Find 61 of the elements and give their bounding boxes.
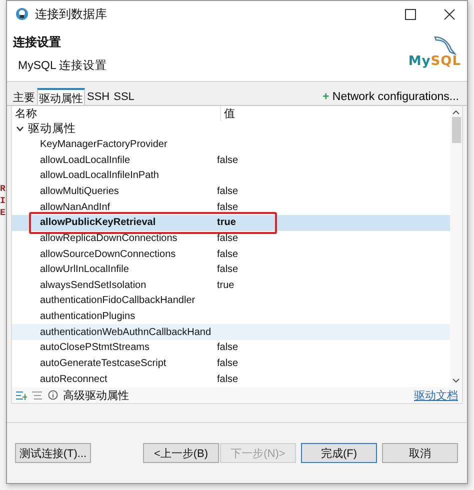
property-value: false [217, 342, 238, 354]
table-row[interactable]: alwaysSendSetIsolation true [12, 278, 450, 294]
property-name: authenticationPlugins [39, 311, 136, 322]
property-value: true [217, 217, 236, 228]
network-configurations-button[interactable]: + Network configurations... [318, 91, 463, 105]
page-subtitle: MySQL 连接设置 [18, 58, 108, 73]
table-row[interactable]: autoReconnect false [12, 371, 450, 387]
table-row[interactable]: allowLoadLocalInfile false [12, 152, 450, 168]
property-value: false [217, 358, 238, 370]
property-name: allowSourceDownConnections [39, 248, 177, 260]
property-value: false [217, 154, 238, 166]
property-value: false [217, 186, 238, 197]
property-name: authenticationFidoCallbackHandler [39, 295, 196, 306]
table-row[interactable]: authenticationFidoCallbackHandler [12, 293, 450, 309]
property-name: allowLoadLocalInfile [39, 154, 132, 166]
property-value: true [217, 280, 234, 291]
table-row[interactable]: allowLoadLocalInfileInPath [12, 168, 450, 184]
property-name: authenticationWebAuthnCallbackHand [39, 326, 212, 338]
table-row[interactable]: autoGenerateTestcaseScript false [12, 356, 450, 372]
tree-group-label[interactable]: 驱动属性 [28, 121, 76, 136]
dialog-button[interactable]: <上一步(B) [143, 443, 219, 463]
table-row[interactable]: allowMultiQueries false [12, 184, 450, 200]
property-name: allowReplicaDownConnections [39, 232, 178, 244]
dialog-button[interactable]: 测试连接(T)... [15, 443, 91, 463]
table-row[interactable]: KeyManagerFactoryProvider [12, 136, 450, 152]
property-value: false [217, 232, 238, 244]
property-name: autoReconnect [39, 374, 108, 385]
code-text: R [0, 183, 6, 195]
property-name: allowUrlInLocalInfile [39, 264, 130, 276]
advanced-properties-label: 高级驱动属性 [63, 388, 129, 402]
column-header[interactable]: 值 [221, 106, 235, 122]
property-name: allowLoadLocalInfileInPath [39, 170, 160, 182]
property-value: false [217, 202, 238, 213]
table-row[interactable]: autoClosePStmtStreams false [12, 340, 450, 356]
column-header[interactable]: 名称 [12, 106, 221, 122]
code-text: E [0, 207, 6, 219]
page-title: 连接设置 [13, 34, 62, 51]
property-name: allowNanAndInf [39, 202, 112, 213]
table-row[interactable]: allowReplicaDownConnections false [12, 230, 450, 246]
table-row[interactable]: allowUrlInLocalInfile false [12, 262, 450, 278]
window-title: 连接到数据库 [35, 6, 107, 22]
property-name: KeyManagerFactoryProvider [39, 139, 168, 150]
property-name: allowPublicKeyRetrieval [39, 217, 157, 228]
table-row[interactable]: authenticationWebAuthnCallbackHand [12, 324, 450, 340]
table-row[interactable]: allowNanAndInf false [12, 199, 450, 215]
property-name: alwaysSendSetIsolation [39, 280, 148, 291]
property-value: false [217, 264, 238, 276]
dialog-button[interactable]: 完成(F) [301, 443, 377, 463]
property-name: allowMultiQueries [39, 186, 120, 197]
property-name: autoClosePStmtStreams [39, 342, 150, 354]
dialog-button[interactable]: 取消 [382, 443, 458, 463]
tab[interactable]: 驱动属性 [37, 88, 85, 105]
property-value: false [217, 248, 238, 260]
property-name: autoGenerateTestcaseScript [39, 358, 168, 370]
logo-text: MySQL [408, 55, 461, 69]
code-text: I [0, 195, 6, 207]
table-row[interactable]: allowSourceDownConnections false [12, 246, 450, 262]
property-value: false [217, 374, 238, 385]
driver-docs-link[interactable]: 驱动文档 [414, 388, 458, 402]
table-row[interactable]: authenticationPlugins [12, 308, 450, 324]
table-row[interactable]: allowPublicKeyRetrieval true [12, 214, 450, 231]
